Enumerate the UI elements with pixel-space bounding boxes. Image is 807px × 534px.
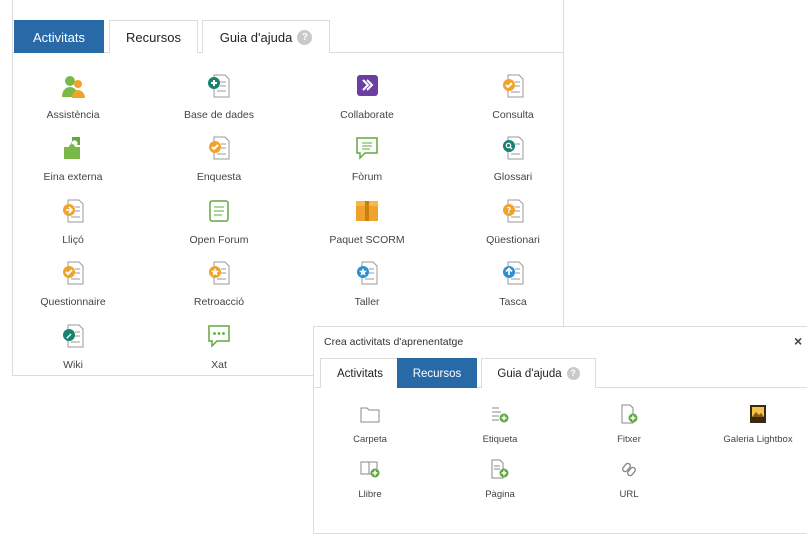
modal-tab-guia-ajuda[interactable]: Guia d'ajuda ?	[481, 358, 596, 388]
wiki-icon	[60, 323, 86, 349]
url-link-icon	[618, 458, 640, 480]
activity-paquet-scorm[interactable]: Paquet SCORM	[307, 198, 427, 246]
tab-bar: Activitats Recursos Guia d'ajuda ?	[13, 20, 563, 53]
file-icon	[618, 403, 640, 425]
resource-etiqueta[interactable]: Etiqueta	[440, 403, 560, 445]
workshop-icon	[354, 260, 380, 286]
activity-tasca[interactable]: Tasca	[453, 260, 573, 308]
activity-base-de-dades[interactable]: Base de dades	[159, 73, 279, 121]
close-icon[interactable]: ×	[794, 333, 802, 349]
quiz-icon: ?	[500, 198, 526, 224]
activity-glossari[interactable]: Glossari	[453, 135, 573, 183]
activity-assistencia[interactable]: Assistència	[13, 73, 133, 121]
resource-chooser-modal: Crea activitats d'aprenentatge × Activit…	[313, 326, 807, 534]
activity-questionari[interactable]: ? Qüestionari	[453, 198, 573, 246]
tab-guia-ajuda[interactable]: Guia d'ajuda ?	[202, 20, 330, 53]
scorm-package-icon	[354, 198, 380, 224]
modal-tab-activitats[interactable]: Activitats	[320, 358, 400, 388]
questionnaire-icon	[60, 260, 86, 286]
book-icon	[359, 458, 381, 480]
resource-carpeta[interactable]: Carpeta	[310, 403, 430, 445]
svg-text:?: ?	[507, 206, 512, 215]
activity-llico[interactable]: Lliçó	[13, 198, 133, 246]
activity-collaborate[interactable]: Collaborate	[307, 73, 427, 121]
survey-icon	[206, 135, 232, 161]
page-icon	[489, 458, 511, 480]
activity-eina-externa[interactable]: Eina externa	[13, 135, 133, 183]
assignment-icon	[500, 260, 526, 286]
resource-llibre[interactable]: Llibre	[310, 458, 430, 500]
tab-recursos[interactable]: Recursos	[109, 20, 198, 53]
feedback-icon	[206, 260, 232, 286]
activity-xat[interactable]: Xat	[159, 323, 279, 371]
activity-taller[interactable]: Taller	[307, 260, 427, 308]
resource-url[interactable]: URL	[569, 458, 689, 500]
forum-icon	[354, 135, 380, 161]
activity-forum[interactable]: Fòrum	[307, 135, 427, 183]
activity-wiki[interactable]: Wiki	[13, 323, 133, 371]
label-icon	[489, 403, 511, 425]
activity-consulta[interactable]: Consulta	[453, 73, 573, 121]
database-icon	[206, 73, 232, 99]
attendance-icon	[60, 73, 86, 99]
collaborate-icon	[354, 73, 380, 99]
glossary-icon	[500, 135, 526, 161]
folder-icon	[359, 403, 381, 425]
resource-fitxer[interactable]: Fitxer	[569, 403, 689, 445]
activity-questionnaire[interactable]: Questionnaire	[13, 260, 133, 308]
tab-activitats[interactable]: Activitats	[14, 20, 104, 53]
external-tool-icon	[60, 135, 86, 161]
activity-open-forum[interactable]: Open Forum	[159, 198, 279, 246]
lightbox-gallery-icon	[747, 403, 769, 425]
modal-title: Crea activitats d'aprenentatge	[324, 336, 464, 348]
chat-icon	[206, 323, 232, 349]
modal-tab-bar: Activitats Recursos Guia d'ajuda ?	[314, 358, 807, 388]
resource-galeria-lightbox[interactable]: Galeria Lightbox	[698, 403, 807, 445]
help-icon: ?	[297, 29, 313, 45]
modal-tab-recursos[interactable]: Recursos	[397, 358, 477, 388]
open-forum-icon	[206, 198, 232, 224]
resource-pagina[interactable]: Pàgina	[440, 458, 560, 500]
activity-enquesta[interactable]: Enquesta	[159, 135, 279, 183]
lesson-icon	[60, 198, 86, 224]
activity-retroaccio[interactable]: Retroacció	[159, 260, 279, 308]
help-icon: ?	[566, 367, 580, 380]
choice-icon	[500, 73, 526, 99]
activity-chooser-panel: Activitats Recursos Guia d'ajuda ? Assis…	[12, 0, 564, 376]
